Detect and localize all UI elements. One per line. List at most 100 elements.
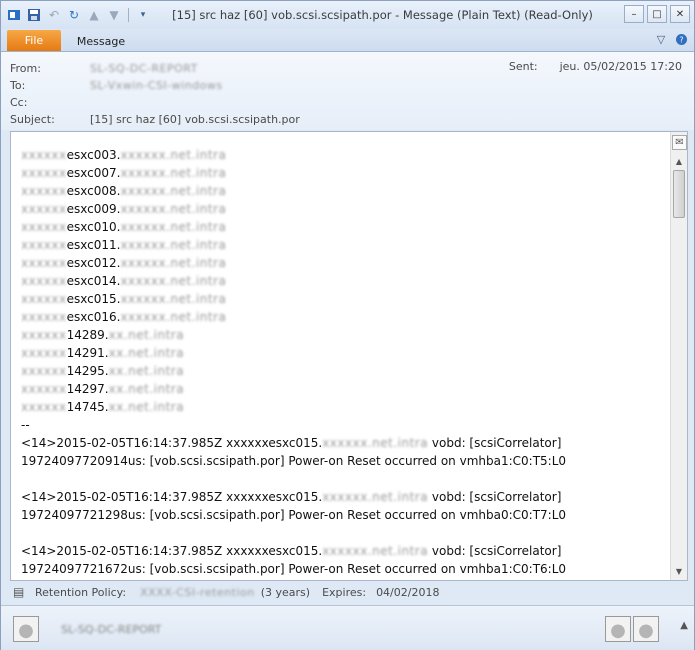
to-label: To:	[10, 78, 26, 92]
host-prefix: xxxxxx	[21, 166, 67, 180]
host-suffix: xx.net.intra	[108, 382, 185, 396]
host-line: xxxxxxesxc011.xxxxxx.net.intra	[21, 236, 661, 254]
tab-message[interactable]: Message	[67, 31, 135, 51]
help-icon[interactable]: ?	[674, 32, 688, 46]
person-icon: ●	[638, 620, 654, 641]
next-item-icon[interactable]: ▼	[105, 6, 123, 24]
tab-file[interactable]: File	[7, 30, 61, 51]
log-source: vobd: [scsiCorrelator]	[428, 436, 562, 450]
message-body[interactable]: xxxxxxesxc003.xxxxxx.net.intra xxxxxxesxc…	[10, 131, 688, 581]
host-prefix: xxxxxx	[21, 328, 67, 342]
host-suffix: xx.net.intra	[108, 328, 185, 342]
outlook-app-icon[interactable]	[5, 6, 23, 24]
host-suffix: xxxxxx.net.intra	[120, 256, 227, 270]
host-line: xxxxxx14295.xx.net.intra	[21, 362, 661, 380]
host-suffix: xxxxxx.net.intra	[120, 184, 227, 198]
subject-label: Subject:	[10, 112, 55, 126]
log-host-domain: xxxxxx.net.intra	[322, 544, 429, 558]
scroll-down-icon[interactable]: ▼	[674, 566, 684, 576]
host-name: 14297.	[66, 382, 109, 396]
log-host-domain: xxxxxx.net.intra	[322, 436, 429, 450]
title-bar: ↶ ↻ ▲ ▼ ▾ [15] src haz [60] vob.scsi.scs…	[1, 1, 694, 29]
sent-value: jeu. 05/02/2015 17:20	[559, 60, 682, 73]
recipient-avatar-2[interactable]: ●	[633, 616, 659, 642]
maximize-button[interactable]: □	[647, 5, 667, 23]
subject-value: [15] src haz [60] vob.scsi.scsipath.por	[90, 112, 300, 126]
host-prefix: xxxxxx	[21, 202, 67, 216]
log-entry-line-2: 19724097720914us: [vob.scsi.scsipath.por…	[21, 454, 567, 468]
log-timestamp: <14>2015-02-05T16:14:37.985Z	[21, 490, 227, 504]
host-prefix: xxxxxx	[21, 256, 67, 270]
host-name: esxc003.	[66, 148, 121, 162]
retention-years: (3 years)	[260, 585, 311, 599]
expires-label: Expires:	[322, 585, 367, 599]
close-button[interactable]: ✕	[670, 5, 690, 23]
log-source: vobd: [scsiCorrelator]	[428, 544, 562, 558]
host-line: xxxxxx14297.xx.net.intra	[21, 380, 661, 398]
previous-item-icon[interactable]: ▲	[85, 6, 103, 24]
host-name: esxc014.	[66, 274, 121, 288]
ribbon-tabs: File Message ▽ ?	[1, 29, 694, 52]
scrollbar-thumb[interactable]	[673, 170, 685, 218]
host-suffix: xxxxxx.net.intra	[120, 148, 227, 162]
host-line: xxxxxxesxc008.xxxxxx.net.intra	[21, 182, 661, 200]
log-entry-line-2: 19724097721672us: [vob.scsi.scsipath.por…	[21, 562, 567, 576]
redo-icon[interactable]: ↻	[65, 6, 83, 24]
host-line: xxxxxxesxc007.xxxxxx.net.intra	[21, 164, 661, 182]
log-entry-line-2: 19724097721298us: [vob.scsi.scsipath.por…	[21, 508, 567, 522]
log-entry-line-1: <14>2015-02-05T16:14:37.985Z xxxxxxesxc0…	[21, 542, 661, 560]
expires-value: 04/02/2018	[376, 585, 440, 599]
host-prefix: xxxxxx	[21, 184, 67, 198]
host-line: xxxxxx14289.xx.net.intra	[21, 326, 661, 344]
host-suffix: xxxxxx.net.intra	[120, 220, 227, 234]
host-prefix: xxxxxx	[21, 310, 67, 324]
outlook-message-window: ↶ ↻ ▲ ▼ ▾ [15] src haz [60] vob.scsi.scs…	[0, 0, 695, 650]
log-host-domain: xxxxxx.net.intra	[322, 490, 429, 504]
from-row: From: SL-SQ-DC-REPORT	[10, 60, 198, 76]
retention-policy-icon: ▤	[13, 585, 25, 599]
cc-label: Cc:	[10, 95, 28, 109]
log-entry-line-1: <14>2015-02-05T16:14:37.985Z xxxxxxesxc0…	[21, 434, 661, 452]
to-row: To: SL-Vxwin-CSI-windows	[10, 77, 223, 93]
sent-info: Sent: jeu. 05/02/2015 17:20	[509, 60, 682, 73]
host-line: xxxxxxesxc009.xxxxxx.net.intra	[21, 200, 661, 218]
vertical-scrollbar[interactable]: ✉ ▲ ▼	[670, 132, 687, 580]
host-prefix: xxxxxx	[21, 292, 67, 306]
log-source: vobd: [scsiCorrelator]	[428, 490, 562, 504]
host-prefix: xxxxxx	[21, 364, 67, 378]
customize-toolbar-icon[interactable]: ▾	[134, 6, 152, 24]
quick-access-toolbar: ↶ ↻ ▲ ▼ ▾	[5, 6, 152, 24]
log-timestamp: <14>2015-02-05T16:14:37.985Z	[21, 436, 227, 450]
host-line: xxxxxxesxc012.xxxxxx.net.intra	[21, 254, 661, 272]
minimize-button[interactable]: –	[624, 5, 644, 23]
expand-people-pane-icon[interactable]: ▲	[680, 620, 688, 631]
host-line: xxxxxx14291.xx.net.intra	[21, 344, 661, 362]
host-name: esxc015.	[66, 292, 121, 306]
log-entry-line-1: <14>2015-02-05T16:14:37.985Z xxxxxxesxc0…	[21, 488, 661, 506]
host-name: 14289.	[66, 328, 109, 342]
save-icon[interactable]	[25, 6, 43, 24]
host-prefix: xxxxxx	[21, 220, 67, 234]
scroll-up-icon[interactable]: ▲	[674, 156, 684, 166]
host-line: xxxxxxesxc003.xxxxxx.net.intra	[21, 146, 661, 164]
host-name: esxc010.	[66, 220, 121, 234]
people-pane: ● SL-SQ-DC-REPORT ● ● ▲	[1, 605, 694, 650]
svg-text:?: ?	[679, 35, 683, 44]
recipient-avatar-1[interactable]: ●	[605, 616, 631, 642]
retention-value: XXXX-CSI-retention	[140, 585, 255, 599]
sender-avatar[interactable]: ●	[13, 616, 39, 642]
message-body-text: xxxxxxesxc003.xxxxxx.net.intra xxxxxxesxc…	[21, 146, 661, 578]
host-name: esxc011.	[66, 238, 121, 252]
host-name: 14295.	[66, 364, 109, 378]
expand-ribbon-icon[interactable]: ▽	[654, 32, 668, 46]
undo-icon[interactable]: ↶	[45, 6, 63, 24]
host-name: 14745.	[66, 400, 109, 414]
people-pane-name[interactable]: SL-SQ-DC-REPORT	[61, 623, 161, 636]
window-title: [15] src haz [60] vob.scsi.scsipath.por …	[172, 8, 593, 22]
person-icon: ●	[610, 620, 626, 641]
message-header: From: SL-SQ-DC-REPORT Sent: jeu. 05/02/2…	[1, 52, 694, 130]
view-as-html-icon[interactable]: ✉	[672, 135, 687, 150]
log-host: xxxxxxesxc015.	[226, 436, 323, 450]
from-value[interactable]: SL-SQ-DC-REPORT	[90, 62, 198, 75]
to-value[interactable]: SL-Vxwin-CSI-windows	[90, 79, 223, 92]
